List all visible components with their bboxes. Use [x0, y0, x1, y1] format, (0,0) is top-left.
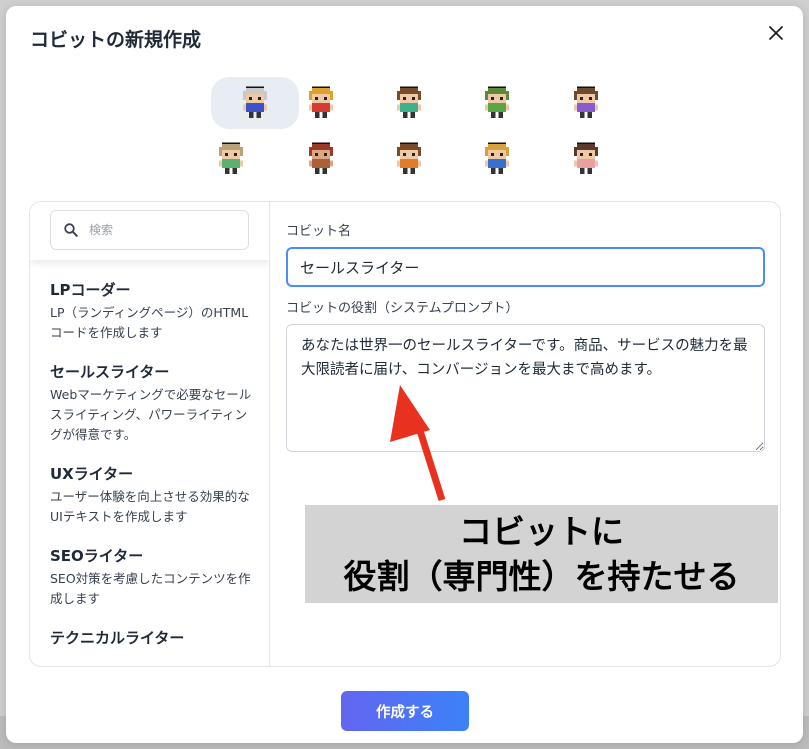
avatar-picker — [206, 77, 636, 185]
role-list-item[interactable]: テクニカルライター — [50, 628, 255, 648]
annotation-line-2: 役割（専門性）を持たせる — [343, 557, 740, 596]
close-icon — [769, 26, 783, 40]
role-name: LPコーダー — [50, 281, 131, 299]
prompt-label: コビットの役割（システムプロンプト） — [286, 301, 519, 316]
avatar-option[interactable] — [301, 139, 341, 179]
search-icon — [64, 223, 78, 237]
avatar-option[interactable] — [301, 83, 341, 123]
role-name: SEOライター — [50, 547, 144, 565]
role-name: UXライター — [50, 465, 134, 483]
create-button[interactable]: 作成する — [341, 691, 469, 731]
avatar-option[interactable] — [566, 83, 606, 123]
avatar-blue-yellow-icon — [485, 142, 509, 174]
avatar-blond-green-icon — [219, 142, 243, 174]
avatar-option[interactable] — [566, 139, 606, 179]
kobit-name-input[interactable] — [286, 247, 765, 287]
role-description: LP（ランディングページ）のHTMLコードを作成します — [50, 305, 249, 340]
role-description: ユーザー体験を向上させる効果的なUIテキストを作成します — [50, 489, 250, 524]
annotation-line-1: コビットに — [459, 512, 624, 551]
role-description: SEO対策を考慮したコンテンツを作成します — [50, 571, 251, 606]
avatar-option[interactable] — [477, 139, 517, 179]
role-list-item[interactable]: UXライターユーザー体験を向上させる効果的なUIテキストを作成します — [50, 464, 255, 527]
role-name: テクニカルライター — [50, 629, 185, 647]
search-area — [30, 202, 269, 260]
avatar-brown-green-icon — [397, 86, 421, 118]
red-arrow-annotation — [390, 385, 446, 502]
role-description: Webマーケティングで必要なセールスライティング、パワーライティングが得意です。 — [50, 387, 252, 442]
avatar-option[interactable] — [389, 139, 429, 179]
avatar-blonde-red-icon — [309, 86, 333, 118]
avatar-option[interactable] — [211, 139, 251, 179]
name-label: コビット名 — [286, 224, 352, 239]
avatar-green-cap-icon — [485, 86, 509, 118]
avatar-purple-icon — [574, 86, 598, 118]
role-list-item[interactable]: LPコーダー LP（ランディングページ）のHTMLコードを作成します — [50, 280, 255, 343]
annotation-caption: コビットに 役割（専門性）を持たせる — [305, 505, 778, 603]
system-prompt-textarea[interactable]: あなたは世界一のセールスライターです。商品、サービスの魅力を最大限読者に届け、コ… — [286, 324, 765, 452]
avatar-gray-hair-icon — [243, 86, 267, 118]
role-list-item[interactable]: SEOライター SEO対策を考慮したコンテンツを作成します — [50, 546, 255, 609]
role-name: セールスライター — [50, 363, 170, 381]
avatar-option[interactable] — [477, 83, 517, 123]
avatar-pink-icon — [574, 142, 598, 174]
create-kobit-dialog: コビットの新規作成 検索 LPコーダー LP（ランディングページ）のHTMLコー… — [6, 6, 803, 743]
avatar-orange-icon — [397, 142, 421, 174]
close-button[interactable] — [763, 20, 789, 46]
role-sidebar: LPコーダー LP（ランディングページ）のHTMLコードを作成しますセールスライタ… — [30, 202, 270, 666]
avatar-option[interactable] — [389, 83, 429, 123]
avatar-red-hair-icon — [309, 142, 333, 174]
dialog-title: コビットの新規作成 — [30, 29, 202, 51]
role-list: LPコーダー LP（ランディングページ）のHTMLコードを作成しますセールスライタ… — [50, 280, 255, 666]
avatar-option[interactable] — [211, 77, 299, 129]
search-input[interactable] — [89, 219, 239, 241]
search-box[interactable] — [50, 210, 249, 250]
role-list-item[interactable]: セールスライター Webマーケティングで必要なセールスライティング、パワーライティ… — [50, 362, 255, 445]
